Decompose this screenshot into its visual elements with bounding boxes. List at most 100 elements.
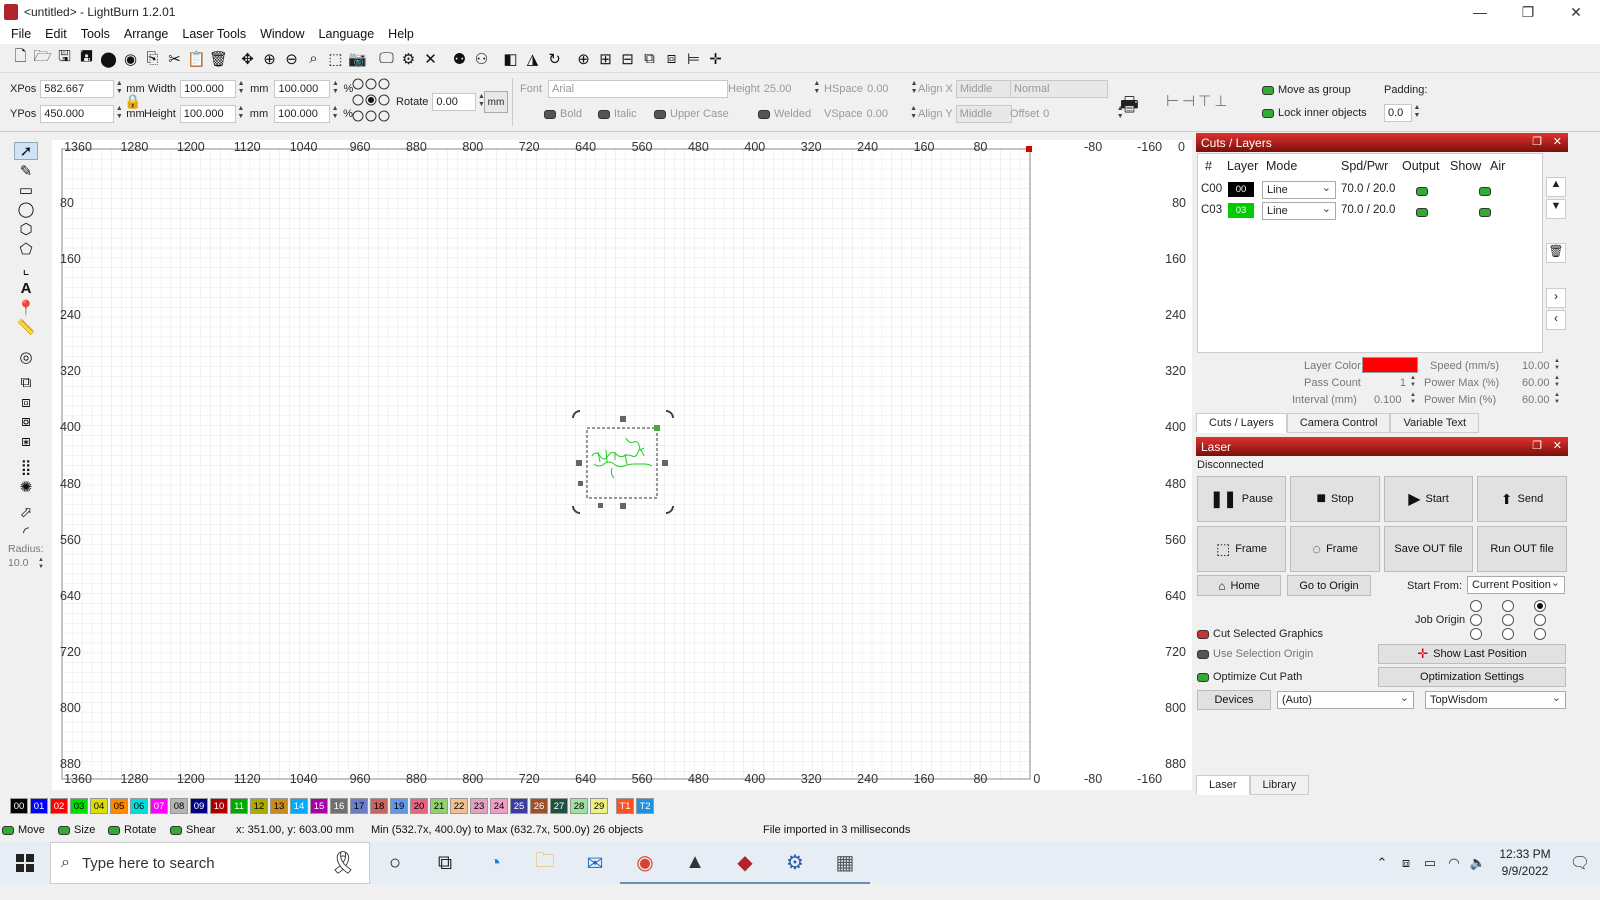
layer-row[interactable]: C03 03 Line 70.0 / 20.0 [1198,200,1559,222]
zoom-page-icon[interactable]: ⬚ [325,48,346,70]
boolean-subtract-icon[interactable]: ⧈ [14,393,38,411]
palette-swatch-22[interactable]: 22 [450,798,468,814]
width-percent-input[interactable]: 100.000 [274,80,331,98]
control-panel-icon[interactable]: ⚙ [770,842,820,884]
device-select[interactable]: TopWisdom [1425,691,1566,709]
palette-swatch-07[interactable]: 07 [150,798,168,814]
palette-swatch-29[interactable]: 29 [590,798,608,814]
float-laser-panel-icon[interactable]: ❐ [1532,439,1542,452]
close-button[interactable]: ✕ [1552,0,1600,24]
palette-swatch-16[interactable]: 16 [330,798,348,814]
palette-swatch-19[interactable]: 19 [390,798,408,814]
show-toggle[interactable] [1479,186,1492,196]
file-explorer-icon[interactable]: 🗀 [520,842,570,884]
align-group-icons[interactable]: ⊢⊣⊤⊥ [1166,92,1256,112]
delete-icon[interactable]: 🗑 [208,48,229,70]
palette-swatch-25[interactable]: 25 [510,798,528,814]
layer-mode-select[interactable]: Line [1262,202,1336,220]
go-to-origin-button[interactable]: Go to Origin [1287,575,1371,596]
rotate-icon[interactable]: ↻ [544,48,565,70]
save-out-file-button[interactable]: Save OUT file [1384,526,1473,572]
palette-swatch-11[interactable]: 11 [230,798,248,814]
move-toggle[interactable]: Move [2,824,45,836]
tray-chevron-icon[interactable]: ⌃ [1370,842,1394,884]
paste-icon[interactable]: 📋 [186,48,207,70]
rounded-corner-icon[interactable]: ◜ [14,523,38,541]
menu-laser-tools[interactable]: Laser Tools [175,27,253,41]
layer-mode-select[interactable]: Line [1262,181,1336,199]
width-percent-spinner[interactable]: ▲ ▼ [330,80,340,98]
new-file-icon[interactable]: 🗋 [10,48,31,70]
palette-swatch-12[interactable]: 12 [250,798,268,814]
palette-swatch-05[interactable]: 05 [110,798,128,814]
align-center-icon[interactable]: ⊕ [573,48,594,70]
grid-array-icon[interactable]: ⣿ [14,458,38,476]
lightburn-taskbar-icon[interactable]: ◆ [720,842,770,884]
text-tool-icon[interactable]: A [14,279,38,297]
move-layer-down-button[interactable]: ▼ [1546,199,1566,219]
palette-swatch-21[interactable]: 21 [430,798,448,814]
power-min-spinner[interactable]: ▲ ▼ [1552,392,1562,406]
power-max-input[interactable]: 60.00 [1522,377,1550,389]
layer-row[interactable]: C00 00 Line 70.0 / 20.0 [1198,179,1559,201]
offset-shapes-icon[interactable]: ◎ [14,348,38,366]
job-origin-radio[interactable] [1534,614,1546,626]
taskbar-search-box[interactable]: ⌕ Type here to search 🎗 [50,842,370,884]
group-icon[interactable]: ⚉ [449,48,470,70]
expand-panel-icon[interactable]: › [1546,288,1566,308]
height-percent-input[interactable]: 100.000 [274,105,331,123]
job-origin-radio[interactable] [1534,628,1546,640]
boolean-union-icon[interactable]: ⧉ [14,373,38,391]
collapse-panel-icon[interactable]: ‹ [1546,310,1566,330]
menu-help[interactable]: Help [381,27,421,41]
align-vertical-icon[interactable]: ⊞ [595,48,616,70]
align-y-select[interactable]: Middle [955,105,1012,123]
job-origin-grid[interactable] [1468,599,1568,643]
padding-spinner[interactable]: ▲ ▼ [1412,104,1422,122]
optimization-settings-button[interactable]: Optimization Settings [1378,667,1566,687]
layer-color-swatch[interactable] [1362,357,1418,373]
distribute-h-icon[interactable]: ⧉ [639,48,660,70]
bold-toggle[interactable]: Bold [544,104,582,124]
pass-count-input[interactable]: 1 [1396,377,1406,389]
vspace-input[interactable]: 0.00 [867,108,909,120]
palette-swatch-02[interactable]: 02 [50,798,68,814]
calculator-icon[interactable]: ▦ [820,842,870,884]
menu-tools[interactable]: Tools [74,27,117,41]
camera-icon[interactable]: 📷 [347,48,368,70]
cut-icon[interactable]: ✂ [164,48,185,70]
frame-rect-button[interactable]: ⬚ Frame [1197,526,1286,572]
chrome-icon[interactable]: ◉ [620,842,670,884]
use-selection-origin-toggle[interactable]: Use Selection Origin [1197,648,1313,660]
open-file-icon[interactable]: 🗁 [32,48,53,70]
flip-horizontal-icon[interactable]: ◧ [500,48,521,70]
port-select[interactable]: (Auto) [1277,691,1414,709]
start-from-select[interactable]: Current Position [1467,576,1565,594]
run-out-file-button[interactable]: Run OUT file [1477,526,1567,572]
tab-camera-control[interactable]: Camera Control [1286,413,1391,433]
tab-variable-text[interactable]: Variable Text [1390,413,1480,433]
align-x-select[interactable]: Middle [955,80,1012,98]
boolean-intersect-icon[interactable]: ⧇ [14,412,38,430]
frame-circle-button[interactable]: ◌ Frame [1290,526,1380,572]
width-spinner[interactable]: ▲ ▼ [236,80,246,98]
cortana-icon[interactable]: ○ [370,842,420,884]
distribute-spacing-icon[interactable]: ⊨ [683,48,704,70]
edge-icon[interactable]: ◔ [470,842,520,884]
job-origin-radio[interactable] [1502,614,1514,626]
tray-meet-icon[interactable]: ⧈ [1394,842,1418,884]
menu-edit[interactable]: Edit [38,27,74,41]
polygon-tool-icon[interactable]: ⬡ [14,220,38,238]
edit-corners-icon[interactable]: ⬀ [14,503,38,521]
close-panel-icon[interactable]: ✕ [1553,135,1562,148]
position-laser-icon[interactable]: 📍 [14,299,38,317]
select-tool-icon[interactable]: ➚ [14,142,38,160]
palette-swatch-26[interactable]: 26 [530,798,548,814]
job-origin-radio[interactable] [1470,628,1482,640]
job-origin-radio[interactable] [1534,600,1546,612]
palette-swatch-24[interactable]: 24 [490,798,508,814]
send-button[interactable]: ⬆ Send [1477,476,1567,522]
zoom-fit-icon[interactable]: ⌕ [303,48,324,70]
radius-spinner[interactable]: ▲ ▼ [36,557,46,571]
pentagon-tool-icon[interactable]: ⬠ [14,240,38,258]
